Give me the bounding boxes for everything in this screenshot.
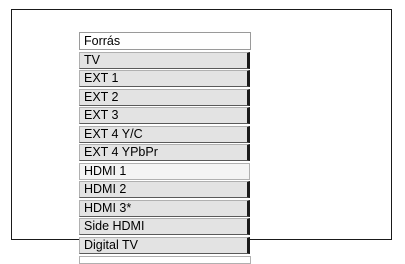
menu-item-tv[interactable]: TV	[79, 51, 250, 69]
menu-item-hdmi2[interactable]: HDMI 2	[79, 181, 250, 198]
menu-item-side-hdmi[interactable]: Side HDMI	[79, 218, 250, 235]
menu-item-ext4-ypbpr[interactable]: EXT 4 YPbPr	[79, 144, 250, 161]
source-menu: Forrás TV EXT 1 EXT 2 EXT 3 EXT 4 Y/C EX…	[79, 32, 251, 264]
source-list: TV EXT 1 EXT 2 EXT 3 EXT 4 Y/C EXT 4 YPb…	[79, 51, 251, 254]
menu-item-ext4-yc[interactable]: EXT 4 Y/C	[79, 125, 250, 143]
menu-item-hdmi1[interactable]: HDMI 1	[79, 162, 250, 180]
menu-item-hdmi3[interactable]: HDMI 3*	[79, 199, 250, 217]
menu-title: Forrás	[79, 32, 251, 50]
menu-item-ext1[interactable]: EXT 1	[79, 70, 250, 87]
menu-item-ext3[interactable]: EXT 3	[79, 107, 250, 124]
menu-item-ext2[interactable]: EXT 2	[79, 88, 250, 106]
menu-footer	[79, 255, 251, 264]
